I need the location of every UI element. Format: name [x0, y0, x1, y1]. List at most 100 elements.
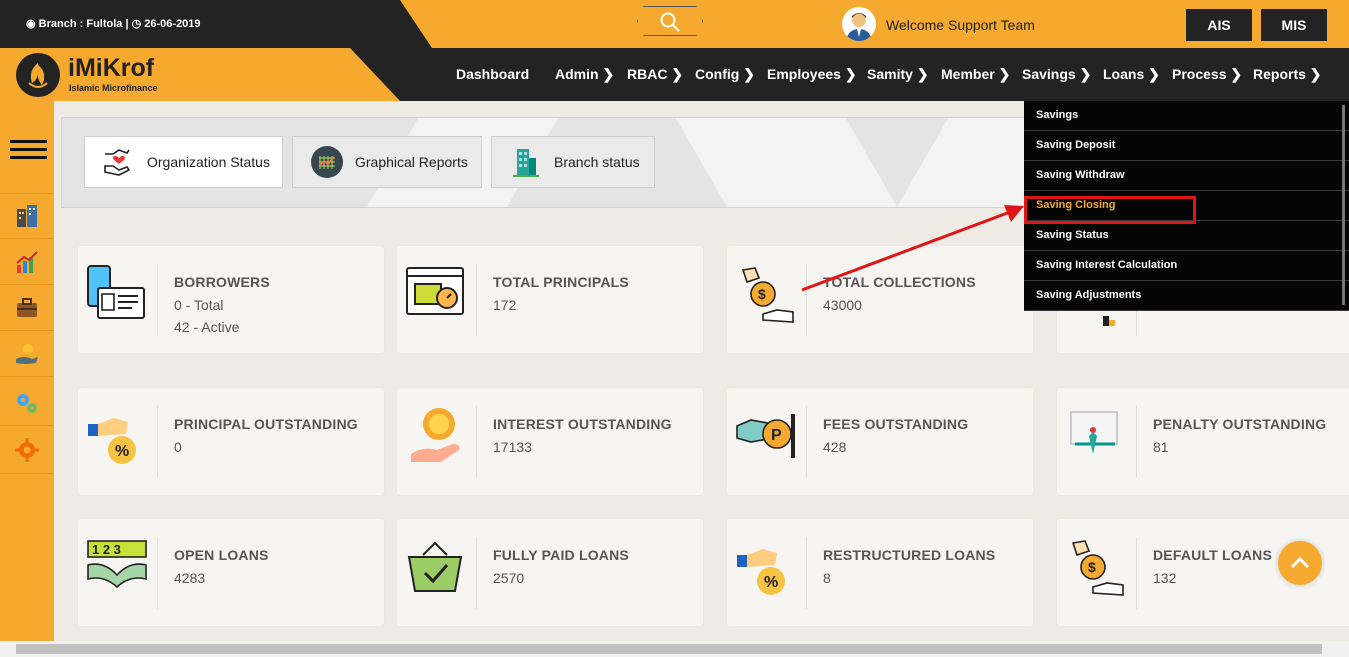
card-divider: [157, 264, 158, 336]
card-total-collections[interactable]: $ TOTAL COLLECTIONS 43000: [727, 246, 1033, 353]
tab-branch-status[interactable]: Branch status: [491, 136, 655, 188]
card-value: 172: [493, 297, 517, 313]
globe-icon: ◉: [26, 18, 36, 30]
nav-config[interactable]: Config ❯: [695, 66, 755, 83]
svg-text:1 2 3: 1 2 3: [92, 542, 121, 557]
menu-item-savings[interactable]: Savings: [1024, 101, 1349, 131]
card-divider: [476, 264, 477, 336]
nav-dashboard[interactable]: Dashboard: [456, 66, 529, 82]
sidebar-divider: [0, 330, 54, 331]
nav-employees[interactable]: Employees ❯: [767, 66, 857, 83]
left-sidebar: [0, 101, 54, 641]
card-divider: [157, 406, 158, 478]
logo-area: [0, 48, 400, 101]
logo-icon[interactable]: [16, 53, 60, 97]
board-person-icon: [1070, 411, 1118, 454]
chevron-right-icon: ❯: [1148, 66, 1160, 82]
sidebar-divider: [0, 193, 54, 194]
nav-samity[interactable]: Samity ❯: [867, 66, 929, 83]
card-title: FEES OUTSTANDING: [823, 416, 969, 432]
sidebar-item-settings-cog-icon[interactable]: [14, 437, 40, 463]
nav-admin[interactable]: Admin ❯: [555, 66, 614, 83]
tab-organization-status[interactable]: Organization Status: [84, 136, 283, 188]
card-title: OPEN LOANS: [174, 547, 269, 563]
coin-hand-icon: [411, 408, 460, 462]
svg-text:$: $: [758, 286, 766, 302]
hamburger-menu-icon[interactable]: [10, 140, 47, 167]
card-value: 8: [823, 570, 831, 586]
card-principal-outstanding[interactable]: % PRINCIPAL OUTSTANDING 0: [78, 388, 384, 495]
date-label: 26-06-2019: [144, 18, 201, 30]
nav-member[interactable]: Member ❯: [941, 66, 1010, 83]
card-value: 0 - Total: [174, 297, 224, 313]
dropdown-scrollbar[interactable]: [1342, 105, 1345, 305]
branch-info: ◉ Branch : Fultola | ◷ 26-06-2019: [26, 17, 201, 30]
nav-savings[interactable]: Savings ❯: [1022, 66, 1091, 83]
card-fees-outstanding[interactable]: P FEES OUTSTANDING 428: [727, 388, 1033, 495]
money-bag-hand-icon: $: [1071, 540, 1124, 596]
menu-item-saving-adjustments[interactable]: Saving Adjustments: [1024, 281, 1349, 311]
card-title: TOTAL COLLECTIONS: [823, 274, 976, 290]
sidebar-item-building-icon[interactable]: [14, 203, 40, 229]
grid-chart-icon: [311, 146, 343, 178]
nav-rbac[interactable]: RBAC ❯: [627, 66, 683, 83]
menu-item-saving-withdraw[interactable]: Saving Withdraw: [1024, 161, 1349, 191]
card-value: 43000: [823, 297, 862, 313]
chevron-right-icon: ❯: [916, 66, 929, 82]
open-book-123-icon: 1 2 3: [87, 540, 147, 589]
user-avatar[interactable]: [842, 7, 876, 41]
card-value: 17133: [493, 439, 532, 455]
card-title: RESTRUCTURED LOANS: [823, 547, 996, 563]
card-divider: [806, 406, 807, 478]
card-title: INTEREST OUTSTANDING: [493, 416, 672, 432]
sidebar-item-growth-chart-icon[interactable]: [14, 249, 40, 275]
card-value: 0: [174, 439, 182, 455]
tab-graphical-reports[interactable]: Graphical Reports: [292, 136, 482, 188]
mis-button[interactable]: MIS: [1261, 9, 1327, 41]
chevron-right-icon: ❯: [1230, 66, 1243, 82]
nav-process[interactable]: Process ❯: [1172, 66, 1242, 83]
search-button[interactable]: [637, 6, 703, 36]
card-value-secondary: 42 - Active: [174, 319, 240, 335]
nav-reports[interactable]: Reports ❯: [1253, 66, 1322, 83]
chevron-right-icon: ❯: [998, 66, 1011, 82]
card-divider: [806, 537, 807, 609]
search-icon: [660, 12, 680, 32]
logo-subtitle: Islamic Microfinance: [69, 83, 158, 93]
card-value: 132: [1153, 570, 1177, 586]
nav-loans[interactable]: Loans ❯: [1103, 66, 1160, 83]
card-penalty-outstanding[interactable]: PENALTY OUTSTANDING 81: [1057, 388, 1349, 495]
tab-label: Organization Status: [147, 154, 270, 170]
chevron-right-icon: ❯: [844, 66, 857, 82]
chevron-right-icon: ❯: [671, 66, 684, 82]
menu-item-saving-interest-calculation[interactable]: Saving Interest Calculation: [1024, 251, 1349, 281]
id-card-phone-icon: [87, 265, 145, 319]
ais-button[interactable]: AIS: [1186, 9, 1252, 41]
scroll-to-top-button[interactable]: [1278, 541, 1322, 585]
sidebar-divider: [0, 238, 54, 239]
basket-check-icon: [407, 541, 463, 592]
scrollbar-thumb[interactable]: [16, 644, 1322, 654]
percent-bag-icon: %: [737, 549, 785, 595]
sidebar-divider: [0, 473, 54, 474]
card-restructured-loans[interactable]: % RESTRUCTURED LOANS 8: [727, 519, 1033, 626]
sidebar-item-briefcase-icon[interactable]: [14, 295, 40, 321]
sidebar-divider: [0, 284, 54, 285]
card-total-principals[interactable]: TOTAL PRINCIPALS 172: [397, 246, 703, 353]
timer-money-icon: [406, 267, 464, 315]
sidebar-item-gears-icon[interactable]: [14, 390, 40, 416]
horizontal-scrollbar[interactable]: [0, 641, 1349, 657]
card-borrowers[interactable]: BORROWERS 0 - Total 42 - Active: [78, 246, 384, 353]
menu-item-saving-deposit[interactable]: Saving Deposit: [1024, 131, 1349, 161]
chevron-right-icon: ❯: [1309, 66, 1322, 82]
tab-label: Branch status: [554, 154, 640, 170]
card-fully-paid-loans[interactable]: FULLY PAID LOANS 2570: [397, 519, 703, 626]
chevron-up-icon: [1290, 556, 1310, 569]
svg-text:$: $: [1088, 559, 1096, 575]
menu-item-saving-status[interactable]: Saving Status: [1024, 221, 1349, 251]
sidebar-item-hand-coin-icon[interactable]: [14, 341, 40, 367]
logo-title: iMiKrof: [68, 54, 155, 82]
card-divider: [157, 537, 158, 609]
card-interest-outstanding[interactable]: INTEREST OUTSTANDING 17133: [397, 388, 703, 495]
card-open-loans[interactable]: 1 2 3 OPEN LOANS 4283: [78, 519, 384, 626]
